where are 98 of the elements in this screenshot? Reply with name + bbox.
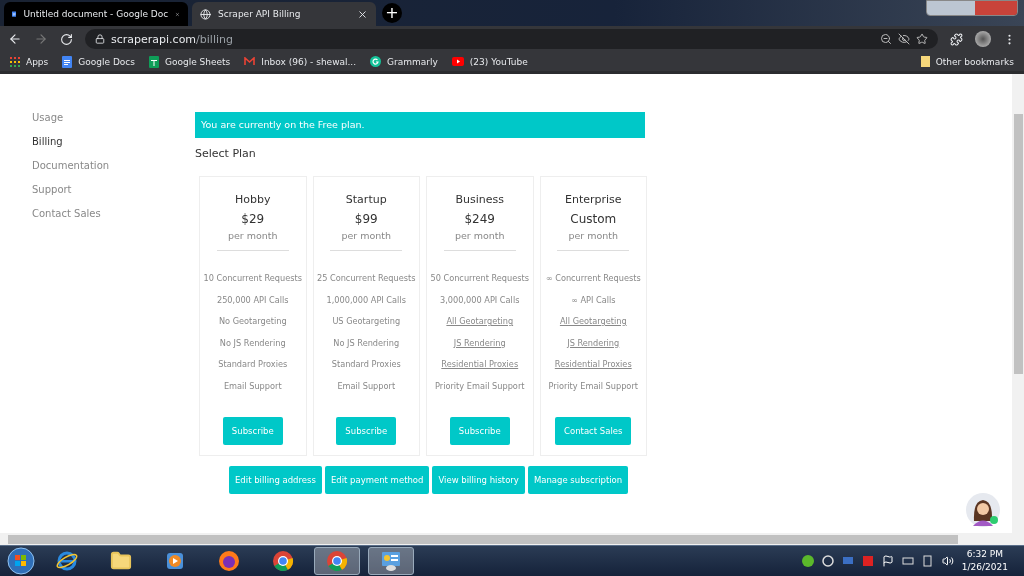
feature-text: Email Support [223,380,282,393]
url-text: scraperapi.com/billing [111,32,233,46]
feature-text: Standard Proxies [218,359,288,371]
plan-price: $99 [354,212,378,226]
spreadsheet-icon [148,55,159,68]
forward-icon[interactable] [34,32,48,46]
action-button[interactable]: Manage subscription [527,466,629,494]
firefox-icon [218,550,240,572]
action-button[interactable]: Edit billing address [229,466,322,494]
feature-text: Standard Proxies [331,359,401,371]
plan-price: $249 [464,212,495,226]
feature-text: ∞ Concurrent Requests [545,273,641,285]
feature-text: 250,000 API Calls [216,294,289,307]
feature-text: Email Support [337,380,396,393]
browser-tab[interactable]: Untitled document - Google Doc [4,2,188,26]
browser-tab[interactable]: Scraper API Billing [192,2,376,26]
feature-link[interactable]: JS Rendering [453,337,506,359]
flag-icon[interactable] [881,555,894,567]
chat-avatar[interactable] [966,493,1000,527]
document-icon [62,55,73,68]
taskbar-app[interactable] [368,547,414,575]
price-period: per month [454,230,505,241]
action-button[interactable]: View billing history [432,466,525,494]
sidebar-link[interactable]: Usage [32,112,64,126]
horizontal-scrollbar[interactable] [8,534,958,544]
back-icon[interactable] [8,32,22,46]
window-controls[interactable] [926,0,1018,16]
plan-name: Startup [345,193,387,206]
feature-text: No Geotargeting [218,316,287,328]
control-panel-icon [380,550,402,572]
plan-name: Hobby [235,193,271,206]
clock[interactable]: 6:32 PM 1/26/2021 [961,548,1008,574]
subscribe-button[interactable]: Subscribe [336,417,397,445]
eye-off-icon[interactable] [898,33,910,45]
volume-icon[interactable] [941,555,954,567]
subscribe-button[interactable]: Subscribe [222,417,283,445]
reload-icon[interactable] [60,32,73,46]
video-play-icon [451,57,464,66]
profile-avatar[interactable] [975,31,991,47]
bookmark[interactable]: Google Docs [62,55,135,68]
browser-e-icon [56,550,78,572]
grammarly-icon [370,56,382,67]
start-button[interactable] [6,547,36,575]
plan-name: Business [455,193,504,206]
sidebar-link[interactable]: Billing [32,136,63,150]
folder-icon [110,550,132,572]
feature-text: Priority Email Support [435,380,525,393]
plan-name: Enterprise [564,193,622,206]
feature-link[interactable]: JS Rendering [567,337,620,359]
globe-icon [200,8,211,20]
feature-text: Priority Email Support [548,380,638,393]
apps-grid-icon [10,56,20,67]
plan-price: $29 [241,212,265,226]
bookmark[interactable]: (23) YouTube [451,56,528,67]
feature-link[interactable]: Residential Proxies [554,359,632,381]
feature-text: 3,000,000 API Calls [440,294,520,307]
feature-link[interactable]: Residential Proxies [441,359,519,381]
subscribe-button[interactable]: Contact Sales [555,417,632,445]
document-icon [12,8,17,20]
feature-link[interactable]: All Geotargeting [446,316,514,338]
feature-text: No JS Rendering [219,337,286,350]
feature-text: No JS Rendering [333,337,400,350]
price-period: per month [341,230,392,241]
feature-text: 10 Concurrent Requests [203,273,303,285]
bookmark[interactable]: Grammarly [370,56,438,67]
sidebar-link[interactable]: Support [32,184,72,198]
price-period: per month [568,230,619,241]
bookmark[interactable]: Google Sheets [148,55,231,68]
mail-icon [244,57,256,66]
bookmark[interactable]: Inbox (96) - shewal... [244,56,357,67]
chrome-icon [326,550,348,572]
action-button[interactable]: Edit payment method [324,466,430,494]
address-bar[interactable]: scraperapi.com/billing [85,29,938,49]
media-player-icon [165,551,185,571]
feature-text: 25 Concurrent Requests [316,273,416,285]
star-icon[interactable] [916,33,928,45]
zoom-icon[interactable] [880,33,892,45]
new-tab-button[interactable]: + [382,3,402,23]
price-period: per month [227,230,278,241]
feature-text: 1,000,000 API Calls [326,294,406,307]
lock-icon [95,34,105,44]
subscribe-button[interactable]: Subscribe [449,417,510,445]
extensions-icon[interactable] [950,32,963,46]
section-title: Select Plan [195,147,257,160]
sidebar-link[interactable]: Contact Sales [32,208,101,222]
plan-banner: You are currently on the Free plan. [195,112,645,138]
other-bookmarks[interactable]: Other bookmarks [920,56,1014,67]
feature-link[interactable]: All Geotargeting [559,316,627,338]
sidebar-link[interactable]: Documentation [32,160,110,174]
chrome-icon [272,550,294,572]
feature-text: ∞ API Calls [571,294,616,307]
folder-icon [920,56,930,67]
close-icon[interactable] [357,8,368,20]
feature-text: 50 Concurrent Requests [430,273,530,285]
bookmark[interactable]: Apps [10,56,49,67]
feature-text: US Geotargeting [332,316,401,328]
vertical-scrollbar[interactable] [1013,114,1023,374]
plan-price: Custom [570,212,617,226]
